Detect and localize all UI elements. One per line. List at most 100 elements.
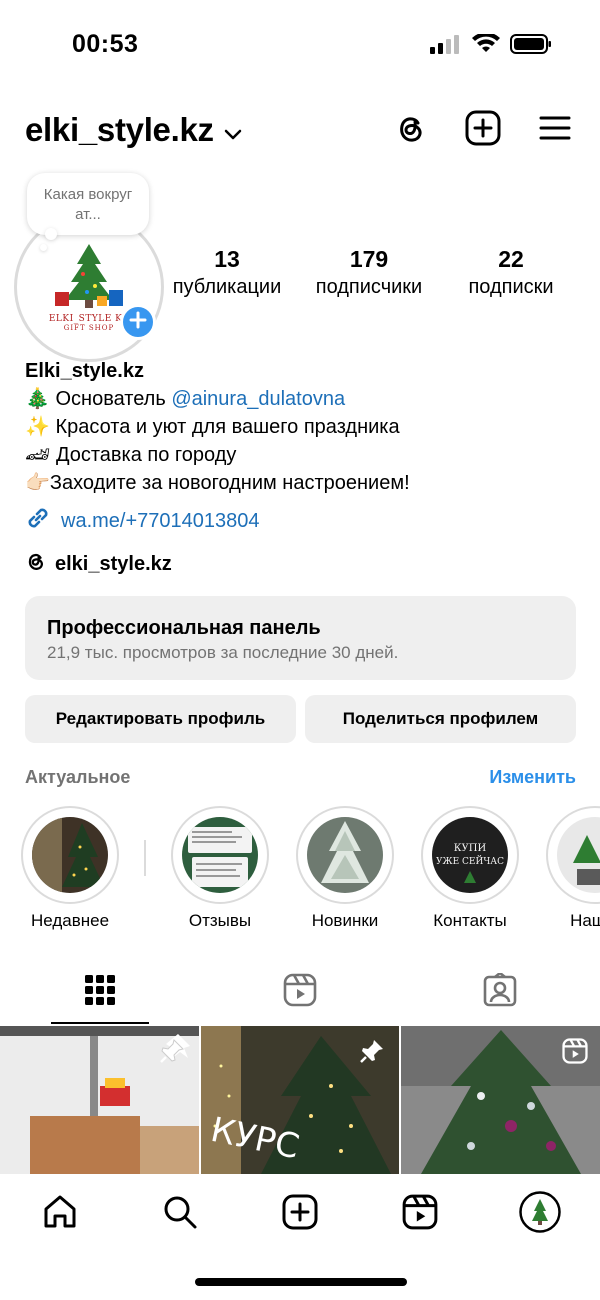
edit-profile-button[interactable]: Редактировать профиль [25,695,296,743]
wifi-icon [472,32,500,59]
post-thumbnail[interactable]: КУРС [200,1026,400,1174]
highlight-thumbnail: КУПИ УЖЕ СЕЙЧАС [432,817,508,893]
status-time: 00:53 [72,30,139,58]
create-icon [282,1194,318,1235]
stat-label: подписки [468,276,554,298]
share-profile-button[interactable]: Поделиться профилем [305,695,576,743]
tree-logo-icon [55,244,123,308]
avatar-tagline: GIFT SHOP [63,324,115,332]
posts-grid: КУРС [0,1026,600,1174]
stat-value: 22 [498,246,524,272]
pin-icon [159,1038,185,1069]
threads-handle: elki_style.kz [55,552,172,575]
stat-label: подписчики [315,276,423,298]
bio-line: 👉🏻Заходите за новогодним настроением! [25,472,410,494]
highlight-ring [21,806,119,904]
highlights-divider [144,840,146,876]
post-thumbnail[interactable] [401,1026,600,1174]
highlight-item[interactable]: Новинки [295,806,395,931]
link-text: wa.me/+77014013804 [61,509,260,532]
highlights-row: Недавнее Отзывы Новинки КУПИ УЖЕ СЕЙЧАС К… [0,806,600,936]
profile-avatar-icon [519,1190,561,1238]
cellular-signal-icon [430,34,462,59]
bio-line: 🎄 Основатель @ainura_dulatovna [25,385,585,413]
highlight-item[interactable]: Отзывы [170,806,270,931]
highlight-item[interactable]: КУПИ УЖЕ СЕЙЧАС Контакты [420,806,520,931]
highlights-edit-link[interactable]: Изменить [489,767,576,788]
account-switcher[interactable]: elki_style.kz [25,111,242,149]
tagged-icon [483,970,517,1012]
highlight-ring [296,806,394,904]
bio-external-link[interactable]: wa.me/+77014013804 [25,505,260,537]
nav-create[interactable] [270,1184,330,1244]
pin-icon [359,1038,385,1069]
reel-icon [562,1038,588,1069]
stat-followers[interactable]: 179 подписчики [294,245,444,301]
add-story-button[interactable] [120,304,156,340]
tab-posts[interactable] [0,960,200,1024]
pro-panel-title: Профессиональная панель [47,617,321,639]
mention-link[interactable]: @ainura_dulatovna [171,388,345,410]
threads-profile-link[interactable]: elki_style.kz [25,550,172,578]
stat-value: 179 [349,246,389,272]
nav-search[interactable] [150,1184,210,1244]
stat-posts[interactable]: 13 публикации [160,245,294,301]
reels-icon [283,973,317,1012]
menu-icon[interactable] [536,109,574,147]
profile-bio: Elki_style.kz 🎄 Основатель @ainura_dulat… [25,357,585,497]
bio-text: Основатель [49,388,172,410]
grid-icon [84,974,116,1011]
professional-dashboard[interactable]: Профессиональная панель 21,9 тыс. просмо… [25,596,576,680]
threads-icon[interactable] [392,109,430,147]
battery-icon [510,34,552,59]
stat-label: публикации [172,276,282,298]
nav-profile[interactable] [510,1184,570,1244]
highlight-ring [546,806,600,904]
header-actions [392,109,574,147]
username: elki_style.kz [25,111,214,148]
stat-value: 13 [214,246,240,272]
reels-icon [402,1194,438,1235]
highlights-header: Актуальное Изменить [25,767,576,788]
highlight-label: Контакты [433,911,507,930]
highlight-ring: КУПИ УЖЕ СЕЙЧАС [421,806,519,904]
threads-icon [25,550,47,578]
note-bubble-tail [45,228,57,240]
nav-home[interactable] [30,1184,90,1244]
highlight-label: Наш б [570,911,600,930]
highlight-label: Отзывы [188,911,252,930]
pro-panel-subtitle: 21,9 тыс. просмотров за последние 30 дне… [47,643,399,662]
note-bubble[interactable]: Какая вокруг ат... [27,173,149,235]
highlight-item[interactable]: Недавнее [20,806,120,931]
profile-header: elki_style.kz [0,105,600,155]
profile-actions: Редактировать профиль Поделиться профиле… [25,695,576,743]
nav-reels[interactable] [390,1184,450,1244]
highlight-label: Недавнее [30,911,110,930]
highlight-thumbnail [182,817,258,893]
highlight-ring [171,806,269,904]
status-bar: 00:53 [0,0,600,90]
tree-emoji: 🎄 [25,388,50,410]
profile-tabs [0,960,600,1024]
tab-tagged[interactable] [400,960,600,1024]
create-icon[interactable] [464,109,502,147]
search-icon [162,1194,198,1235]
plus-icon [129,310,147,334]
note-bubble-tail [40,244,47,251]
status-icons [430,32,552,59]
highlight-overlay-text: УЖЕ СЕЙЧАС [436,855,504,867]
link-icon [25,505,51,537]
bio-line: ✨ Красота и уют для вашего праздника [25,416,400,438]
stat-following[interactable]: 22 подписки [444,245,578,301]
highlight-item[interactable]: Наш б [545,806,600,931]
home-indicator [195,1278,407,1286]
highlight-overlay-text: КУПИ [454,843,487,854]
bottom-navigation [0,1174,600,1254]
highlight-thumbnail [307,817,383,893]
highlight-thumbnail [32,817,108,893]
chevron-down-icon [224,111,242,149]
display-name: Elki_style.kz [25,360,144,382]
tab-reels[interactable] [200,960,400,1024]
highlight-thumbnail [557,817,600,893]
post-thumbnail[interactable] [0,1026,199,1174]
